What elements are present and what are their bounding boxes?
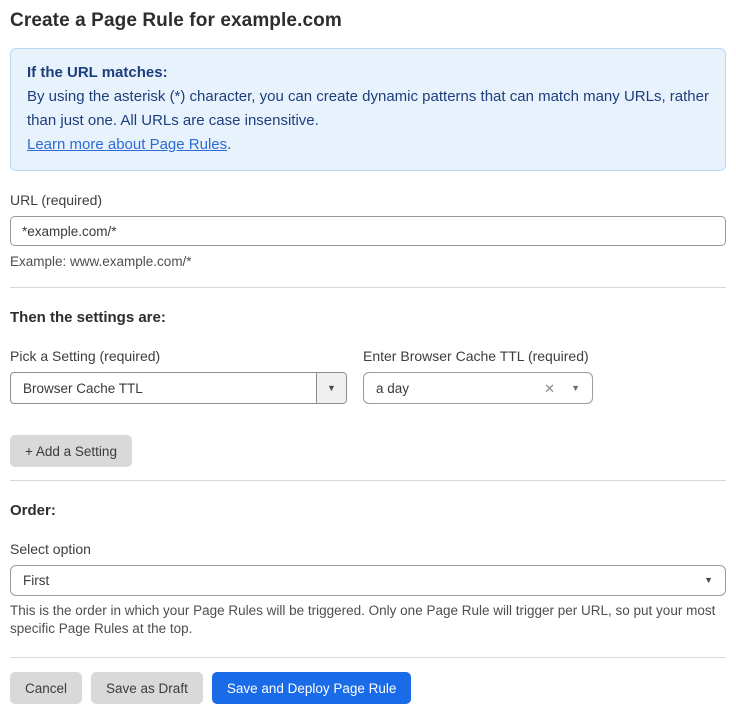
- order-select[interactable]: First ▼: [10, 565, 726, 596]
- footer-actions: Cancel Save as Draft Save and Deploy Pag…: [10, 672, 726, 704]
- divider: [10, 480, 726, 481]
- ttl-picker-value: a day: [376, 381, 544, 396]
- cancel-button[interactable]: Cancel: [10, 672, 82, 704]
- info-box-body-text: By using the asterisk (*) character, you…: [27, 88, 709, 129]
- info-box-body: By using the asterisk (*) character, you…: [27, 85, 709, 157]
- info-box-heading: If the URL matches:: [27, 61, 709, 85]
- url-field-helper: Example: www.example.com/*: [10, 253, 726, 271]
- ttl-picker-select[interactable]: a day ✕ ▼: [363, 372, 593, 404]
- link-suffix: .: [227, 136, 231, 153]
- url-match-info-box: If the URL matches: By using the asteris…: [10, 48, 726, 171]
- settings-row: Pick a Setting (required) Browser Cache …: [10, 348, 726, 404]
- divider: [10, 287, 726, 288]
- chevron-down-icon: ▼: [704, 576, 713, 585]
- settings-section-heading: Then the settings are:: [10, 309, 726, 326]
- url-input[interactable]: [10, 216, 726, 246]
- url-field-label: URL (required): [10, 192, 726, 208]
- chevron-down-icon: ▼: [327, 384, 336, 393]
- setting-picker-select[interactable]: Browser Cache TTL ▼: [10, 372, 347, 404]
- page-title: Create a Page Rule for example.com: [10, 10, 726, 32]
- setting-picker-arrow-box[interactable]: ▼: [316, 373, 346, 403]
- setting-picker-label: Pick a Setting (required): [10, 348, 347, 364]
- chevron-down-icon: ▼: [571, 384, 580, 393]
- order-select-label: Select option: [10, 541, 726, 557]
- order-helper-text: This is the order in which your Page Rul…: [10, 602, 726, 638]
- divider: [10, 657, 726, 658]
- clear-icon[interactable]: ✕: [544, 382, 555, 395]
- order-section-heading: Order:: [10, 502, 726, 519]
- learn-more-link[interactable]: Learn more about Page Rules: [27, 136, 227, 153]
- save-as-draft-button[interactable]: Save as Draft: [91, 672, 203, 704]
- setting-picker-value: Browser Cache TTL: [11, 373, 316, 403]
- ttl-picker-label: Enter Browser Cache TTL (required): [363, 348, 593, 364]
- order-select-value: First: [23, 573, 704, 588]
- page-rule-form: Create a Page Rule for example.com If th…: [0, 0, 736, 712]
- save-and-deploy-button[interactable]: Save and Deploy Page Rule: [212, 672, 412, 704]
- ttl-picker-group: Enter Browser Cache TTL (required) a day…: [363, 348, 593, 404]
- setting-picker-group: Pick a Setting (required) Browser Cache …: [10, 348, 347, 404]
- add-setting-button[interactable]: + Add a Setting: [10, 435, 132, 467]
